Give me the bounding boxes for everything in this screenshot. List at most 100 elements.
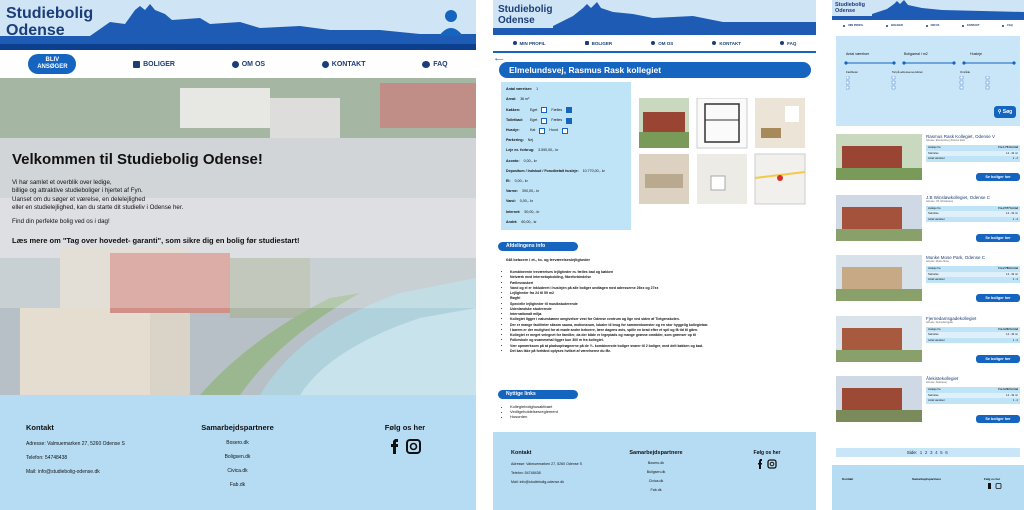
partner-link[interactable]: Fab.dk <box>621 488 691 492</box>
partner-link[interactable]: Fab.dk <box>190 482 285 488</box>
site-footer: Kontakt Adresse: Valmuemarken 27, 5260 O… <box>0 395 476 510</box>
nav-kontakt[interactable]: KONTAKT <box>962 24 980 27</box>
main-nav: BLIV ANSØGER BOLIGER OM OS KONTAKT FAQ <box>0 50 476 78</box>
listing-photo[interactable] <box>836 255 922 301</box>
partner-link[interactable]: Boligsen.dk <box>190 454 285 460</box>
nav-profile[interactable]: MIN PROFIL <box>843 24 863 27</box>
nav-boliger[interactable]: BOLIGER <box>886 24 903 27</box>
listing-photo[interactable] <box>836 376 922 422</box>
fact-row: Depositum / Indskud / Forudbetalt huslej… <box>506 167 626 177</box>
listing-name[interactable]: Munke Mose Park, Odense C <box>926 255 1020 260</box>
hero-line-4: eller en studielejlighed, kan du starte … <box>12 204 184 212</box>
facebook-icon[interactable] <box>758 459 762 469</box>
see-homes-button[interactable]: Se boliger her <box>976 294 1020 302</box>
checkbox[interactable] <box>562 127 568 134</box>
photo-exterior[interactable] <box>639 98 689 148</box>
guarantee-link[interactable]: Læs mere om "Tag over hovedet- garanti",… <box>12 236 467 245</box>
page-link[interactable]: 1 <box>920 450 923 455</box>
partner-link[interactable]: Civica.dk <box>621 479 691 483</box>
hero-line-5: Find din perfekte bolig ved os i dag! <box>12 218 110 226</box>
nav-faq[interactable]: FAQ <box>422 60 448 68</box>
nav-faq[interactable]: FAQ <box>780 41 796 46</box>
nav-kontakt[interactable]: KONTAKT <box>321 60 366 68</box>
partner-link[interactable]: Bosero.dk <box>190 440 285 446</box>
nav-boliger-label: BOLIGER <box>143 60 175 68</box>
page-link[interactable]: 5 <box>940 450 943 455</box>
page-link[interactable]: 2 <box>925 450 928 455</box>
see-homes-button[interactable]: Se boliger her <box>976 415 1020 423</box>
listing-photo[interactable] <box>836 134 922 180</box>
see-homes-button[interactable]: Se boliger her <box>976 173 1020 181</box>
listing-photo[interactable] <box>836 315 922 362</box>
nav-label: KONTAKT <box>967 24 980 27</box>
listing-address: Adresse: Elmelundsvej, Rasmus Rask <box>926 140 965 142</box>
filter-checkboxes[interactable] <box>846 76 1006 90</box>
search-button-label: Søg <box>1002 109 1013 115</box>
amenity-label: Køkken: <box>506 107 521 112</box>
pagination-label: Side: <box>906 450 918 455</box>
partner-link[interactable]: Bosero.dk <box>621 461 691 465</box>
logo-line-2: Odense <box>6 21 65 39</box>
hero-line-2: billige og attraktive studieboliger i hj… <box>12 187 143 195</box>
fact-value: 0,00,- kr <box>523 158 537 163</box>
listing-name[interactable]: Fjernedamsgadekollegiet <box>926 316 1020 321</box>
photo-room[interactable] <box>755 98 805 148</box>
listing-name[interactable]: Ålekistekollegiet <box>926 376 1020 381</box>
fact-label: Leje ex. forbrug: <box>506 148 535 153</box>
photo-floorplan[interactable] <box>696 97 748 149</box>
site-logo[interactable]: Studiebolig Odense <box>498 4 552 26</box>
facebook-icon[interactable] <box>988 483 991 489</box>
page-link[interactable]: 3 <box>930 450 933 455</box>
site-logo[interactable]: Studiebolig Odense <box>835 2 865 15</box>
instagram-icon[interactable] <box>995 483 1002 489</box>
nav-om-os[interactable]: OM OS <box>925 24 939 27</box>
listing-address: Adresse: Fjernedamsgade <box>926 321 953 324</box>
range-sliders[interactable] <box>844 60 1016 66</box>
checkbox[interactable] <box>566 107 573 114</box>
nav-profile[interactable]: MIN PROFIL <box>512 41 546 46</box>
partner-link[interactable]: Boligsen.dk <box>621 470 691 474</box>
apply-button[interactable]: BLIV ANSØGER <box>28 54 77 74</box>
footer-mail[interactable]: Mail: info@studiebolig-odense.dk <box>511 480 582 484</box>
useful-link[interactable]: Husorden <box>510 414 558 419</box>
row-label: Antal værelser <box>928 157 945 160</box>
search-button[interactable]: ⚲ Søg <box>994 106 1016 118</box>
user-profile-icon[interactable] <box>438 8 464 36</box>
filter-panel: Antal værelser Boligareal i m2 Husleje F… <box>836 36 1020 126</box>
facebook-icon[interactable] <box>391 439 398 454</box>
footer-phone: Telefon: 54748438 <box>511 471 541 475</box>
photo-bathroom[interactable] <box>697 154 747 204</box>
checkbox[interactable] <box>541 117 548 124</box>
see-homes-button[interactable]: Se boliger her <box>976 233 1020 242</box>
checkbox[interactable] <box>541 107 548 114</box>
photo-building <box>842 388 902 410</box>
amenity-option-a: Kat <box>530 128 536 133</box>
fact-label: Parkering: <box>506 138 524 143</box>
nav-boliger[interactable]: BOLIGER <box>133 60 175 68</box>
photo-map[interactable] <box>754 153 806 205</box>
instagram-icon[interactable] <box>767 459 777 469</box>
checkbox[interactable] <box>566 117 573 124</box>
page-link[interactable]: 6 <box>945 450 948 455</box>
nav-om-os[interactable]: OM OS <box>651 41 673 46</box>
listing-photo[interactable] <box>836 194 922 241</box>
photo-kitchen[interactable] <box>639 154 689 204</box>
checkbox[interactable] <box>539 127 546 134</box>
listing-info: J.B Winsløwkollegiet, Odense C Adresse: J… <box>926 195 1020 222</box>
footer-address: Adresse: Valmuemarken 27, 5260 Odense S <box>511 462 583 466</box>
amenity-label: Husdyr: <box>506 128 520 133</box>
instagram-icon[interactable] <box>406 439 421 454</box>
listing-name[interactable]: Rasmus Rask Kollegiet, Odense V <box>926 134 1020 139</box>
pagination: Side: 123456 <box>836 448 1020 457</box>
nav-om-os[interactable]: OM OS <box>231 60 265 68</box>
nav-boliger[interactable]: BOLIGER <box>584 41 612 46</box>
site-logo[interactable]: Studiebolig Odense <box>6 5 93 40</box>
page-link[interactable]: 4 <box>935 450 938 455</box>
nav-kontakt[interactable]: KONTAKT <box>712 41 741 46</box>
nav-faq[interactable]: FAQ <box>1002 24 1013 27</box>
partner-link[interactable]: Civica.dk <box>190 468 285 474</box>
listing-name[interactable]: J.B Winsløwkollegiet, Odense C <box>926 195 1020 200</box>
footer-mail[interactable]: Mail: info@studiebolig-odense.dk <box>26 469 125 475</box>
social-icons <box>988 483 1002 489</box>
see-homes-button[interactable]: Se boliger her <box>976 354 1020 363</box>
